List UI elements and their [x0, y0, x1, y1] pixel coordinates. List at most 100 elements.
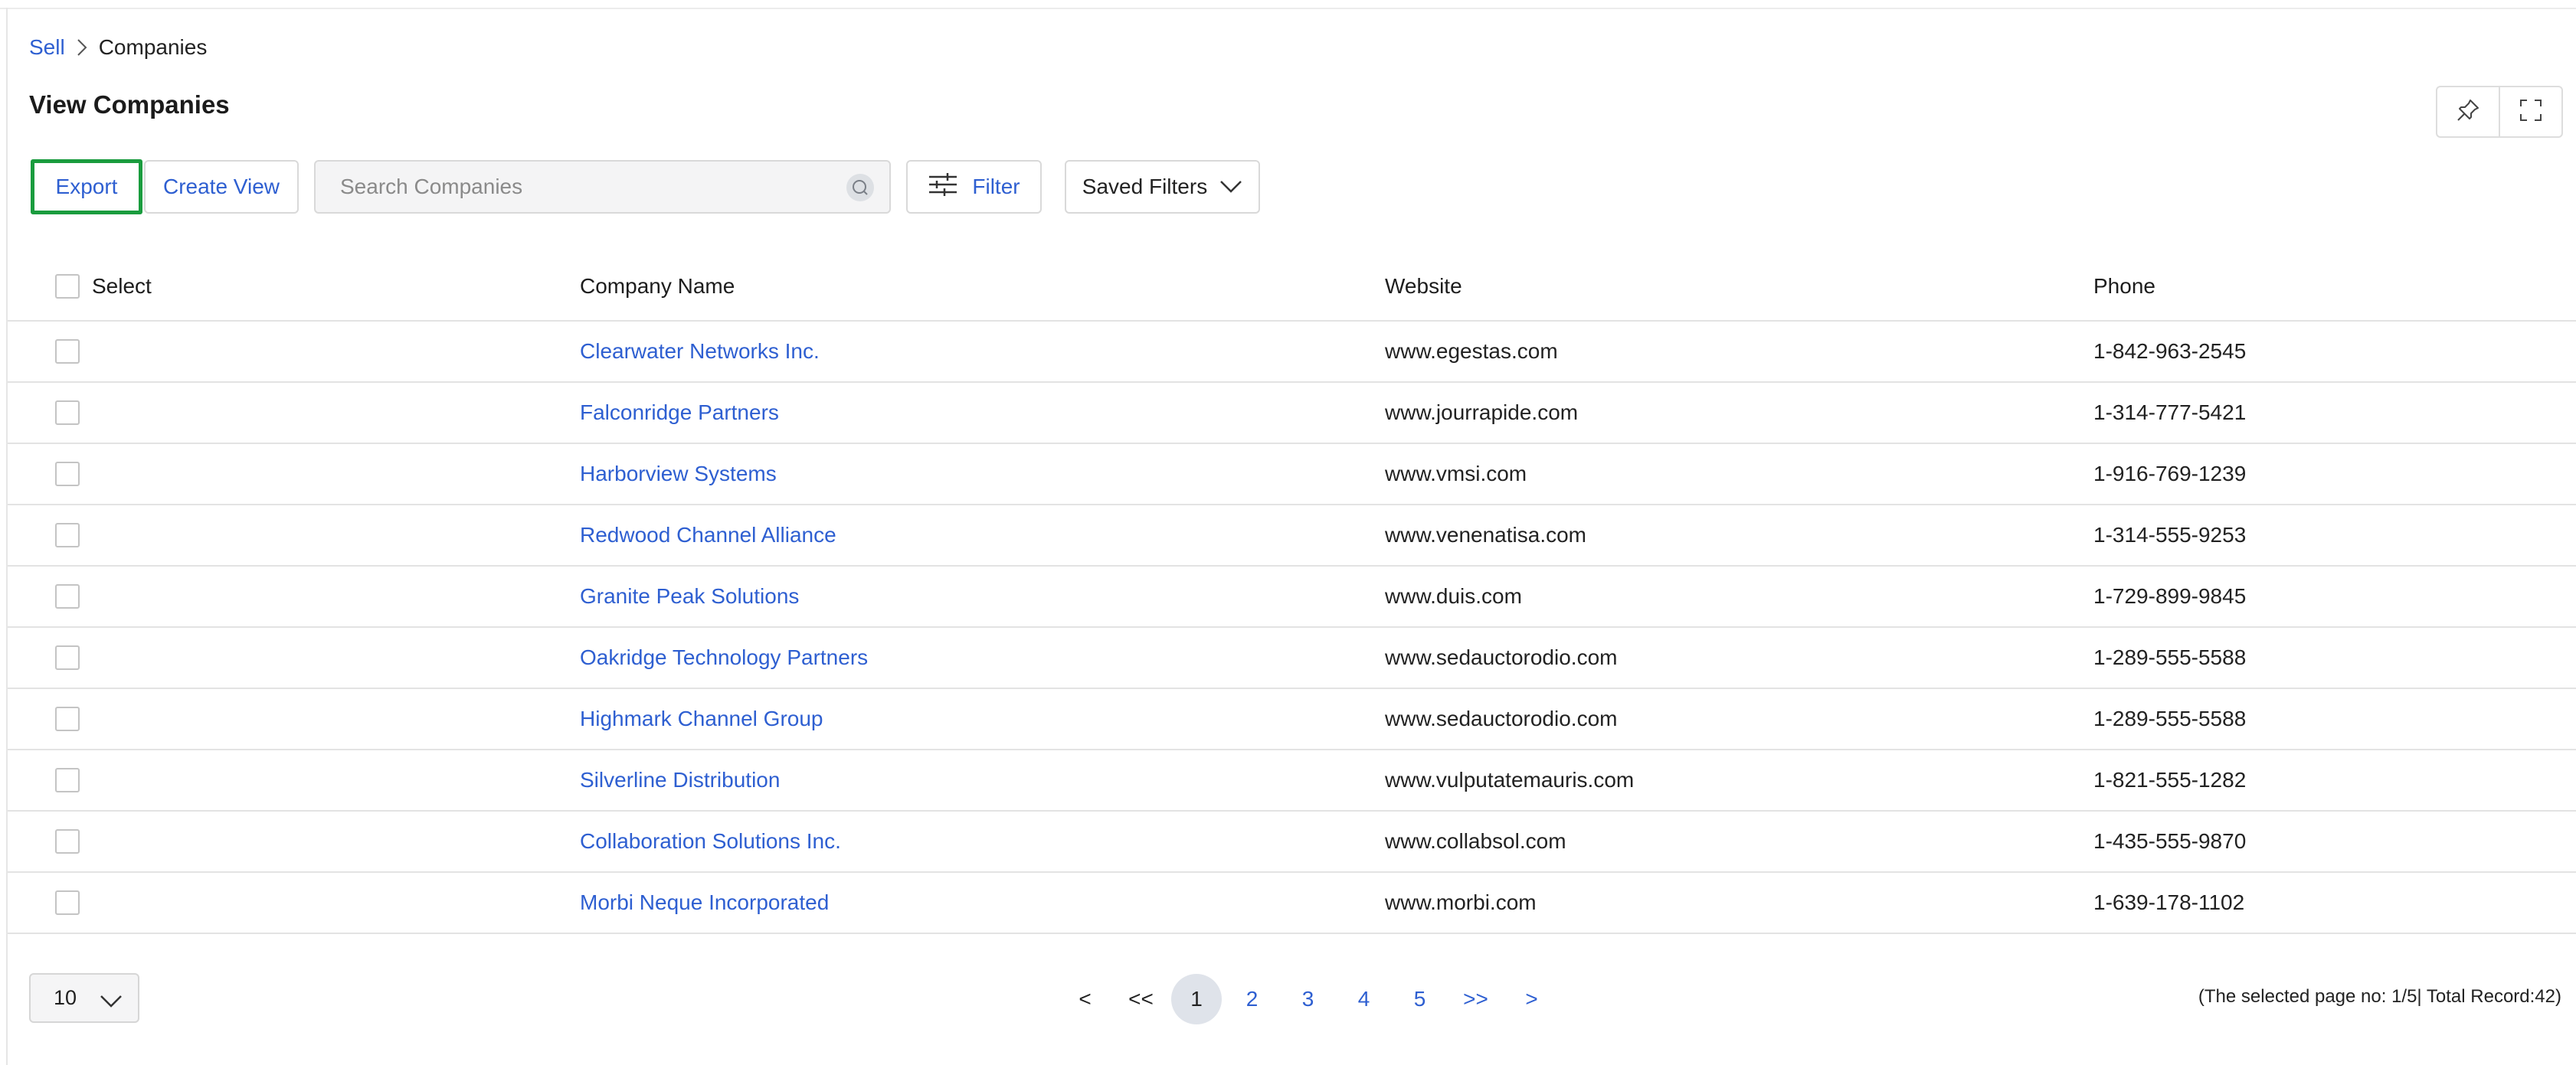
- row-select-cell: [55, 567, 80, 626]
- sliders-icon: [928, 172, 958, 203]
- table-body: Clearwater Networks Inc. www.egestas.com 1…: [8, 322, 2576, 934]
- table-row: Redwood Channel Alliance www.venenatisa.c…: [8, 505, 2576, 567]
- phone-cell: 1-435-555-9870: [2093, 829, 2247, 853]
- row-select-cell: [55, 383, 80, 443]
- row-checkbox[interactable]: [55, 707, 80, 731]
- page-status: (The selected page no: 1/5| Total Record…: [2198, 986, 2561, 1007]
- company-name-link[interactable]: Morbi Neque Incorporated: [580, 890, 829, 915]
- companies-table: Select Company Name Website Phone Clearw…: [8, 253, 2576, 934]
- page-numbers: 12345: [1169, 974, 1448, 1024]
- company-name-link[interactable]: Oakridge Technology Partners: [580, 645, 868, 670]
- page-size-select[interactable]: 10: [29, 973, 139, 1023]
- row-checkbox[interactable]: [55, 829, 80, 854]
- website-cell: www.morbi.com: [1385, 890, 1537, 914]
- page-1-button[interactable]: 1: [1171, 974, 1222, 1024]
- phone-cell: 1-729-899-9845: [2093, 584, 2247, 608]
- table-row: Falconridge Partners www.jourrapide.com 1-…: [8, 383, 2576, 444]
- table-row: Morbi Neque Incorporated www.morbi.com 1-6…: [8, 873, 2576, 934]
- company-name-link[interactable]: Clearwater Networks Inc.: [580, 339, 820, 364]
- breadcrumb: Sell Companies: [29, 32, 207, 63]
- column-header-company-name: Company Name: [580, 274, 735, 298]
- saved-filters-dropdown[interactable]: Saved Filters: [1065, 160, 1260, 214]
- page-3-button[interactable]: 3: [1280, 974, 1336, 1024]
- website-cell: www.sedauctorodio.com: [1385, 645, 1618, 669]
- company-name-link[interactable]: Collaboration Solutions Inc.: [580, 829, 841, 854]
- page-5-button[interactable]: 5: [1392, 974, 1448, 1024]
- search-input[interactable]: [340, 175, 815, 199]
- chevron-right-icon: [65, 32, 99, 63]
- column-header-select: Select: [92, 274, 152, 298]
- pagination: < << 12345 >> >: [1057, 974, 1560, 1024]
- select-all-checkbox[interactable]: [55, 274, 80, 299]
- company-name-link[interactable]: Silverline Distribution: [580, 768, 780, 792]
- column-header-phone: Phone: [2093, 274, 2155, 298]
- last-page-button[interactable]: >>: [1448, 974, 1504, 1024]
- table-row: Oakridge Technology Partners www.sedaucto…: [8, 628, 2576, 689]
- row-select-cell: [55, 444, 80, 504]
- search-icon[interactable]: [846, 174, 874, 201]
- export-button[interactable]: Export: [31, 159, 142, 214]
- table-row: Highmark Channel Group www.sedauctorodio.…: [8, 689, 2576, 750]
- row-checkbox[interactable]: [55, 400, 80, 425]
- row-checkbox[interactable]: [55, 339, 80, 364]
- row-checkbox[interactable]: [55, 523, 80, 547]
- website-cell: www.venenatisa.com: [1385, 523, 1587, 547]
- row-checkbox[interactable]: [55, 890, 80, 915]
- company-name-link[interactable]: Redwood Channel Alliance: [580, 523, 836, 547]
- chevron-down-icon: [100, 990, 123, 1014]
- page-2-button[interactable]: 2: [1224, 974, 1280, 1024]
- phone-cell: 1-842-963-2545: [2093, 339, 2247, 363]
- column-header-website: Website: [1385, 274, 1462, 298]
- row-checkbox[interactable]: [55, 462, 80, 486]
- phone-cell: 1-314-555-9253: [2093, 523, 2247, 547]
- phone-cell: 1-821-555-1282: [2093, 768, 2247, 792]
- row-select-cell: [55, 322, 80, 381]
- chevron-down-icon: [1219, 175, 1242, 199]
- table-header-row: Select Company Name Website Phone: [8, 253, 2576, 322]
- search-field: [314, 160, 891, 214]
- pin-icon: [2455, 97, 2481, 127]
- next-page-button[interactable]: >: [1504, 974, 1560, 1024]
- breadcrumb-link-sell[interactable]: Sell: [29, 35, 65, 60]
- row-checkbox[interactable]: [55, 768, 80, 792]
- top-divider: [0, 8, 2576, 9]
- select-header: Select: [55, 253, 152, 320]
- company-name-link[interactable]: Granite Peak Solutions: [580, 584, 799, 609]
- first-page-button[interactable]: <<: [1113, 974, 1169, 1024]
- table-row: Harborview Systems www.vmsi.com 1-916-769-…: [8, 444, 2576, 505]
- prev-page-button[interactable]: <: [1057, 974, 1113, 1024]
- table-row: Silverline Distribution www.vulputatemaur…: [8, 750, 2576, 812]
- filter-button[interactable]: Filter: [906, 160, 1042, 214]
- table-row: Clearwater Networks Inc. www.egestas.com 1…: [8, 322, 2576, 383]
- company-name-link[interactable]: Highmark Channel Group: [580, 707, 823, 731]
- row-select-cell: [55, 689, 80, 749]
- phone-cell: 1-639-178-1102: [2093, 890, 2245, 914]
- website-cell: www.collabsol.com: [1385, 829, 1566, 853]
- phone-cell: 1-916-769-1239: [2093, 462, 2247, 485]
- website-cell: www.vmsi.com: [1385, 462, 1527, 485]
- page-size-value: 10: [54, 986, 77, 1009]
- fullscreen-button[interactable]: [2499, 87, 2561, 136]
- company-name-link[interactable]: Harborview Systems: [580, 462, 777, 486]
- row-select-cell: [55, 750, 80, 810]
- website-cell: www.jourrapide.com: [1385, 400, 1579, 424]
- website-cell: www.sedauctorodio.com: [1385, 707, 1618, 730]
- row-select-cell: [55, 628, 80, 688]
- row-select-cell: [55, 505, 80, 565]
- table-row: Granite Peak Solutions www.duis.com 1-729-…: [8, 567, 2576, 628]
- page-title: View Companies: [29, 90, 230, 119]
- row-checkbox[interactable]: [55, 645, 80, 670]
- filter-label: Filter: [972, 175, 1020, 198]
- saved-filters-label: Saved Filters: [1082, 175, 1208, 198]
- breadcrumb-current: Companies: [98, 35, 208, 59]
- row-select-cell: [55, 812, 80, 871]
- table-row: Collaboration Solutions Inc. www.collabso…: [8, 812, 2576, 873]
- company-name-link[interactable]: Falconridge Partners: [580, 400, 779, 425]
- website-cell: www.duis.com: [1385, 584, 1522, 608]
- phone-cell: 1-289-555-5588: [2093, 645, 2247, 669]
- pin-button[interactable]: [2437, 87, 2499, 136]
- page-4-button[interactable]: 4: [1336, 974, 1392, 1024]
- create-view-button[interactable]: Create View: [144, 160, 299, 214]
- row-checkbox[interactable]: [55, 584, 80, 609]
- phone-cell: 1-289-555-5588: [2093, 707, 2247, 730]
